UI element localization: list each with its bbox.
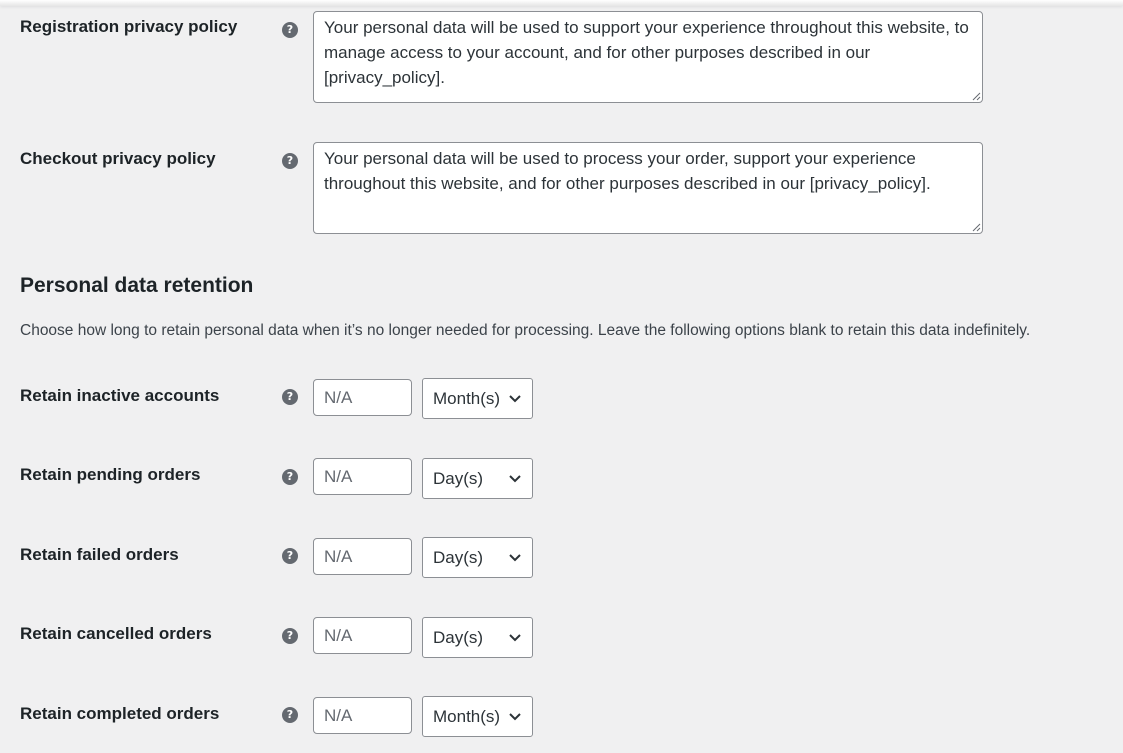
help-icon[interactable]: ? (282, 389, 298, 405)
retention-label: Retain cancelled orders (20, 624, 212, 643)
retention-unit-select[interactable]: Month(s) (422, 696, 533, 737)
section-description: Choose how long to retain personal data … (20, 322, 1031, 339)
registration-privacy-label: Registration privacy policy (20, 17, 238, 36)
help-icon[interactable]: ? (282, 153, 298, 169)
select-value: Month(s) (433, 706, 501, 726)
retention-number-input[interactable] (313, 458, 412, 495)
retention-label: Retain inactive accounts (20, 386, 220, 405)
retention-number-input[interactable] (313, 379, 412, 416)
chevron-down-icon (509, 633, 521, 641)
retention-number-input[interactable] (313, 697, 412, 734)
chevron-down-icon (509, 712, 521, 720)
chevron-down-icon (509, 474, 521, 482)
chevron-down-icon (509, 553, 521, 561)
top-edge-shadow (0, 0, 1123, 6)
select-value: Month(s) (433, 388, 501, 408)
help-icon[interactable]: ? (282, 707, 298, 723)
help-icon[interactable]: ? (282, 22, 298, 38)
retention-label: Retain completed orders (20, 704, 220, 723)
retention-unit-select[interactable]: Month(s) (422, 378, 533, 419)
retention-unit-select[interactable]: Day(s) (422, 617, 533, 658)
retention-number-input[interactable] (313, 538, 412, 575)
help-icon[interactable]: ? (282, 469, 298, 485)
checkout-privacy-textarea[interactable]: Your personal data will be used to proce… (313, 142, 983, 234)
retention-unit-select[interactable]: Day(s) (422, 537, 533, 578)
select-value: Day(s) (433, 627, 484, 647)
retention-number-input[interactable] (313, 617, 412, 654)
select-value: Day(s) (433, 547, 484, 567)
help-icon[interactable]: ? (282, 628, 298, 644)
section-title: Personal data retention (20, 274, 254, 297)
retention-label: Retain failed orders (20, 545, 179, 564)
resize-grip-icon[interactable] (971, 91, 981, 101)
retention-label: Retain pending orders (20, 465, 201, 484)
help-icon[interactable]: ? (282, 548, 298, 564)
settings-page: Registration privacy policy ? Your perso… (0, 0, 1123, 753)
resize-grip-icon[interactable] (971, 222, 981, 232)
registration-privacy-textarea[interactable]: Your personal data will be used to suppo… (313, 11, 983, 103)
select-value: Day(s) (433, 468, 484, 488)
retention-unit-select[interactable]: Day(s) (422, 458, 533, 499)
chevron-down-icon (509, 394, 521, 402)
checkout-privacy-label: Checkout privacy policy (20, 149, 216, 168)
